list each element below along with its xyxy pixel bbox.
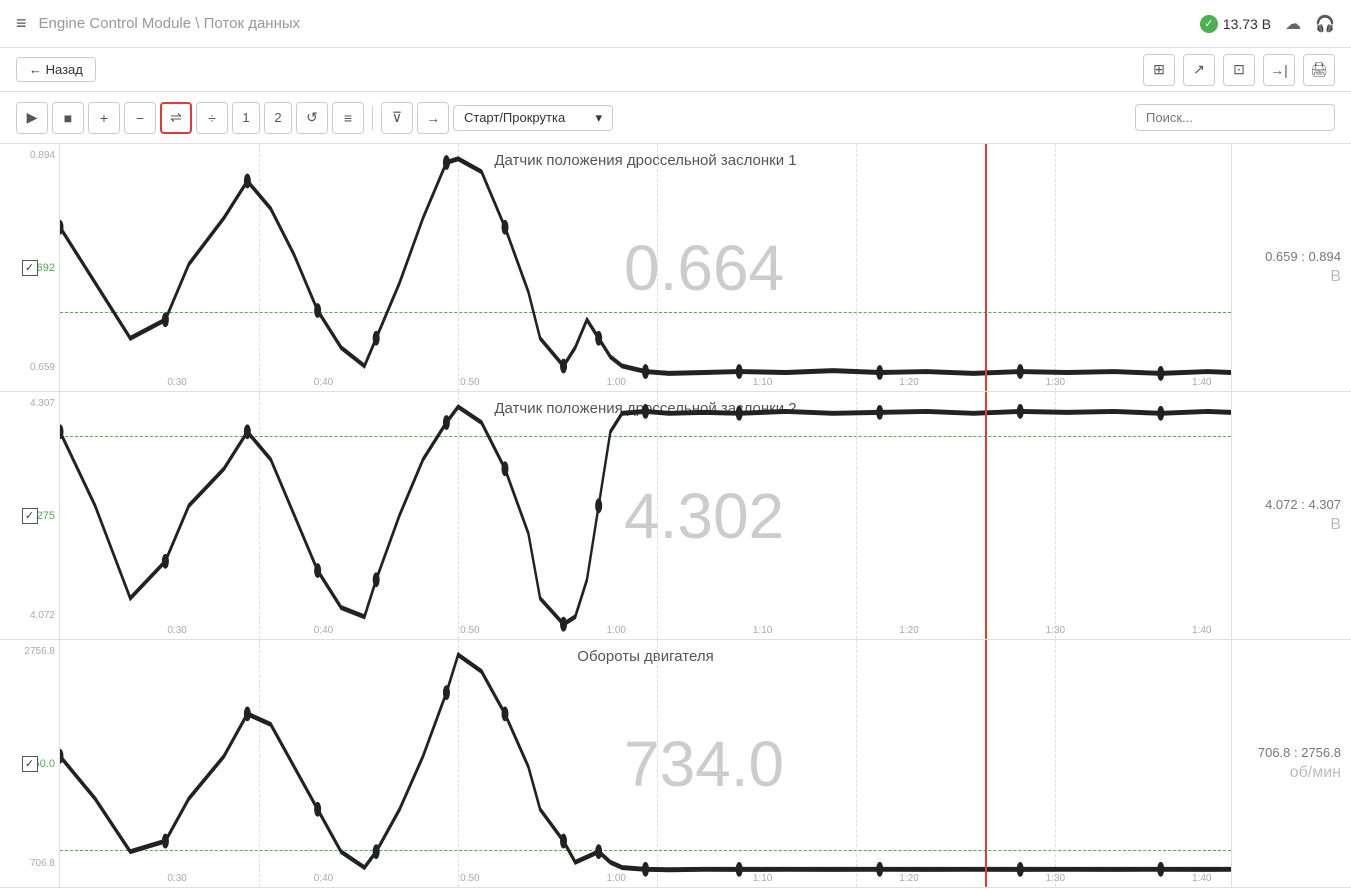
status-indicator: 13.73 В (1200, 15, 1271, 33)
chart-range-2: 4.072 : 4.307 (1265, 497, 1341, 512)
header-title: Engine Control Module \ Поток данных (39, 15, 301, 32)
status-dot (1200, 15, 1218, 33)
refresh-button[interactable]: ↺ (296, 102, 328, 134)
chart-unit-1: В (1330, 268, 1341, 286)
export-button[interactable]: →| (1263, 54, 1295, 86)
chart-left-3: 2756.8950.0706.8 (0, 640, 60, 887)
arrow-button[interactable]: → (417, 102, 449, 134)
chart-right-2: 4.072 : 4.307 В (1231, 392, 1351, 639)
chart-main-2: Датчик положения дроссельной заслонки 24… (60, 392, 1231, 639)
search-input[interactable] (1135, 104, 1335, 131)
chart-unit-2: В (1330, 516, 1341, 534)
stop-button[interactable]: ■ (52, 102, 84, 134)
y-bot-1: 0.659 (30, 362, 55, 373)
y-bot-2: 4.072 (30, 610, 55, 621)
chart-main-1: Датчик положения дроссельной заслонки 10… (60, 144, 1231, 391)
back-button[interactable]: ← Назад (16, 57, 96, 82)
chart-checkbox-2[interactable] (22, 508, 38, 524)
chart-range-1: 0.659 : 0.894 (1265, 249, 1341, 264)
chart-row-2: 4.3074.2754.072Датчик положения дроссель… (0, 392, 1351, 640)
chart-svg-1 (60, 144, 1231, 391)
mode-dropdown[interactable]: Старт/Прокрутка ▾ (453, 105, 613, 131)
red-line-1 (985, 144, 987, 391)
grid-view-button[interactable]: ⊞ (1143, 54, 1175, 86)
chart-right-3: 706.8 : 2756.8 об/мин (1231, 640, 1351, 887)
app-name: Engine Control Module (39, 15, 192, 32)
red-line-3 (985, 640, 987, 887)
chart-range-3: 706.8 : 2756.8 (1258, 745, 1341, 760)
play-button[interactable]: ▶ (16, 102, 48, 134)
dropdown-arrow: ▾ (595, 110, 602, 126)
y-bot-3: 706.8 (30, 858, 55, 869)
minus-button[interactable]: − (124, 102, 156, 134)
separator: \ (195, 15, 203, 32)
header-right: 13.73 В ☁ 🎧 (1200, 14, 1335, 34)
chart-unit-3: об/мин (1290, 764, 1341, 782)
divide-button[interactable]: ÷ (196, 102, 228, 134)
add-button[interactable]: + (88, 102, 120, 134)
num1-button[interactable]: 1 (232, 102, 260, 134)
y-top-3: 2756.8 (24, 646, 55, 657)
charts-area: 0.8940.6920.659Датчик положения дроссель… (0, 144, 1351, 889)
red-line-2 (985, 392, 987, 639)
subtitle: Поток данных (204, 15, 301, 32)
swap-button[interactable]: ⇌ (160, 102, 192, 134)
header: ≡ Engine Control Module \ Поток данных 1… (0, 0, 1351, 48)
toolbar-divider (372, 106, 373, 130)
chart-view-button[interactable]: ↗ (1183, 54, 1215, 86)
chart-left-2: 4.3074.2754.072 (0, 392, 60, 639)
toolbar: ▶ ■ + − ⇌ ÷ 1 2 ↺ ≡ ⊽ → Старт/Прокрутка … (0, 92, 1351, 144)
menu-button[interactable]: ≡ (332, 102, 364, 134)
hamburger-icon[interactable]: ≡ (16, 13, 27, 34)
navbar: ← Назад ⊞ ↗ ⊡ →| 🖨 (0, 48, 1351, 92)
header-left: ≡ Engine Control Module \ Поток данных (16, 13, 300, 34)
num2-button[interactable]: 2 (264, 102, 292, 134)
table-view-button[interactable]: ⊡ (1223, 54, 1255, 86)
print-button[interactable]: 🖨 (1303, 54, 1335, 86)
chart-checkbox-1[interactable] (22, 260, 38, 276)
filter-button[interactable]: ⊽ (381, 102, 413, 134)
chart-checkbox-3[interactable] (22, 756, 38, 772)
navbar-right: ⊞ ↗ ⊡ →| 🖨 (1143, 54, 1335, 86)
headphone-icon[interactable]: 🎧 (1315, 14, 1335, 34)
chart-svg-2 (60, 392, 1231, 639)
chart-main-3: Обороты двигателя734.00:300:400:501:001:… (60, 640, 1231, 887)
y-top-2: 4.307 (30, 398, 55, 409)
chart-left-1: 0.8940.6920.659 (0, 144, 60, 391)
mode-label: Старт/Прокрутка (464, 110, 565, 125)
chart-row-1: 0.8940.6920.659Датчик положения дроссель… (0, 144, 1351, 392)
chart-svg-3 (60, 640, 1231, 887)
y-top-1: 0.894 (30, 150, 55, 161)
status-value: 13.73 В (1223, 16, 1271, 32)
chart-right-1: 0.659 : 0.894 В (1231, 144, 1351, 391)
cloud-icon[interactable]: ☁ (1285, 14, 1301, 34)
chart-row-3: 2756.8950.0706.8Обороты двигателя734.00:… (0, 640, 1351, 888)
navbar-left: ← Назад (16, 57, 96, 82)
